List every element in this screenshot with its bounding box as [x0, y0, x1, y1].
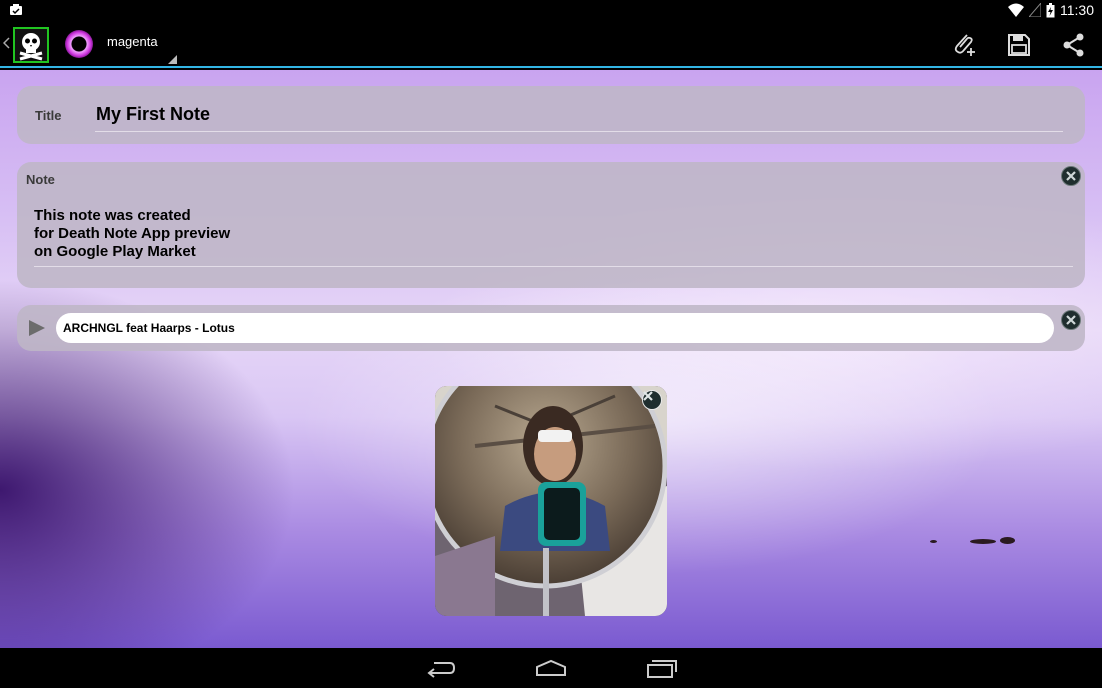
- note-text-input[interactable]: This note was created for Death Note App…: [34, 207, 1073, 267]
- action-bar: magenta: [0, 20, 1102, 68]
- remove-photo-button[interactable]: [642, 390, 662, 410]
- wallpaper-speck: [930, 540, 937, 543]
- spinner-corner-icon: [168, 55, 177, 64]
- chevron-left-icon[interactable]: [3, 37, 10, 49]
- navigation-bar: [0, 648, 1102, 688]
- play-icon[interactable]: [29, 320, 45, 336]
- home-icon[interactable]: [535, 658, 567, 678]
- notification-icon: [10, 4, 22, 15]
- title-input[interactable]: My First Note: [95, 104, 1063, 132]
- wallpaper-speck: [970, 539, 996, 544]
- note-label: Note: [26, 172, 55, 187]
- note-line: for Death Note App preview: [34, 225, 231, 242]
- remove-audio-button[interactable]: [1061, 310, 1081, 330]
- close-icon: [643, 391, 653, 401]
- attach-icon[interactable]: [951, 32, 977, 58]
- wallpaper-speck: [1000, 537, 1015, 544]
- skull-crossbones-icon: [19, 33, 43, 61]
- clear-note-button[interactable]: [1061, 166, 1081, 186]
- photo-attachment[interactable]: [435, 386, 667, 616]
- audio-track-label[interactable]: ARCHNGL feat Haarps - Lotus: [56, 313, 1054, 343]
- title-label: Title: [35, 108, 62, 123]
- recents-icon[interactable]: [646, 658, 678, 678]
- audio-panel: ARCHNGL feat Haarps - Lotus: [17, 305, 1085, 351]
- close-icon: [1066, 315, 1076, 325]
- photo-image: [435, 386, 667, 616]
- note-panel: Note This note was created for Death Not…: [17, 162, 1085, 288]
- app-logo[interactable]: [13, 27, 49, 63]
- status-time: 11:30: [1060, 2, 1094, 18]
- note-line: on Google Play Market: [34, 243, 196, 260]
- close-icon: [1066, 171, 1076, 181]
- color-spinner[interactable]: magenta: [107, 34, 177, 64]
- share-icon[interactable]: [1061, 32, 1087, 58]
- wifi-icon: [1008, 3, 1024, 17]
- color-spinner-label: magenta: [107, 34, 158, 49]
- note-line: This note was created: [34, 207, 191, 224]
- signal-icon: [1029, 3, 1041, 17]
- color-ring-icon[interactable]: [65, 30, 93, 58]
- status-bar: 11:30: [0, 0, 1102, 20]
- save-icon[interactable]: [1006, 32, 1032, 58]
- back-icon[interactable]: [426, 658, 456, 678]
- note-wallpaper: Title My First Note Note This note was c…: [0, 70, 1102, 648]
- status-icons: 11:30: [1008, 2, 1094, 18]
- battery-icon: [1046, 2, 1055, 17]
- title-panel: Title My First Note: [17, 86, 1085, 144]
